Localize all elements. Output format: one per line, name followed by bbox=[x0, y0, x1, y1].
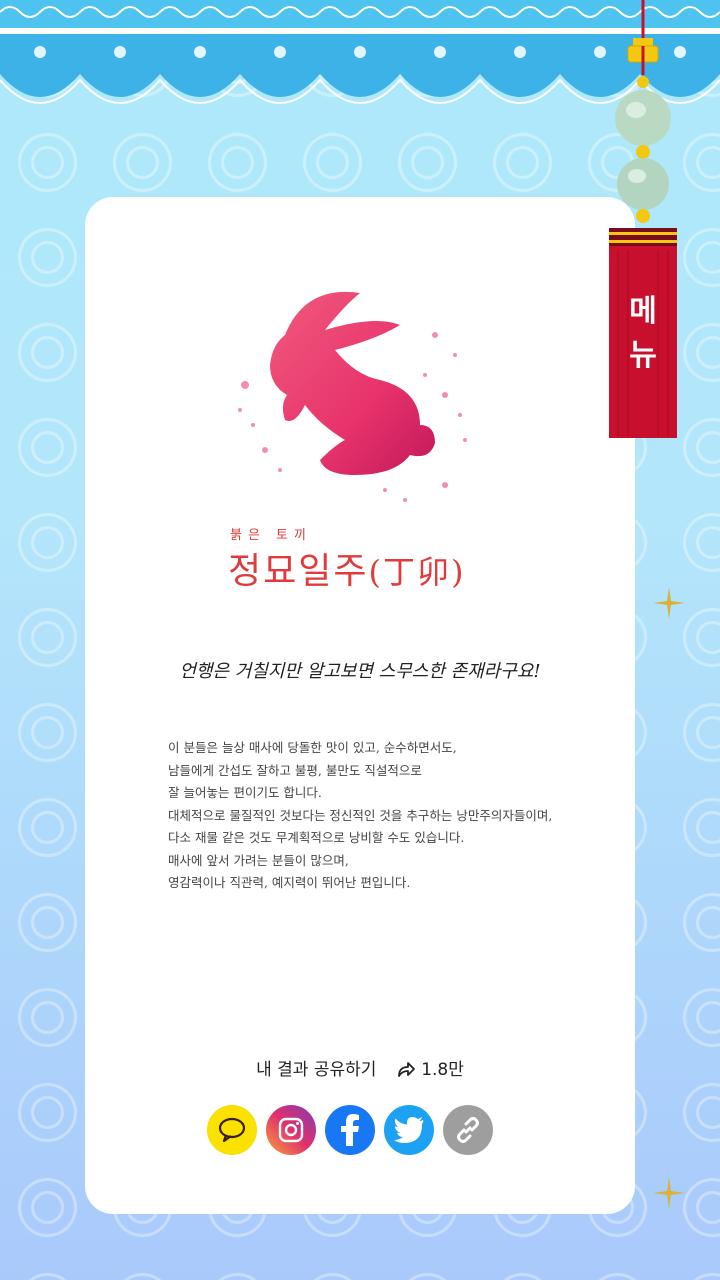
result-title-korean: 정묘일주 bbox=[228, 551, 369, 592]
sparkle-icon bbox=[653, 1177, 685, 1209]
result-card: 붉은 토끼 정묘일주(丁卯) 언행은 거칠지만 알고보면 스무스한 존재라구요!… bbox=[85, 197, 635, 1214]
description-line: 잘 늘어놓는 편이기도 합니다. bbox=[168, 785, 322, 800]
description-line: 매사에 앞서 가려는 분들이 많으며, bbox=[168, 852, 349, 868]
twitter-share-button[interactable] bbox=[384, 1105, 434, 1155]
result-title: 정묘일주(丁卯) bbox=[228, 542, 465, 594]
twitter-icon bbox=[394, 1117, 424, 1143]
result-title-hanja: (丁卯) bbox=[368, 553, 466, 591]
facebook-share-button[interactable] bbox=[325, 1105, 375, 1155]
share-section-label: 내 결과 공유하기 1.8만 bbox=[85, 1055, 635, 1080]
copy-link-button[interactable] bbox=[443, 1105, 493, 1155]
description-line: 남들에게 간섭도 잘하고 불평, 불만도 직설적으로 bbox=[168, 762, 422, 778]
menu-label-line2: 뉴 bbox=[629, 338, 657, 373]
menu-label-line1: 메 bbox=[629, 294, 657, 329]
menu-button[interactable]: 메 뉴 bbox=[610, 290, 676, 378]
share-count: 1.8만 bbox=[396, 1060, 464, 1080]
link-icon bbox=[457, 1117, 479, 1143]
description-line: 이 분들은 늘상 매사에 당돌한 맛이 있고, 순수하면서도, bbox=[168, 740, 457, 755]
description-line: 대체적으로 물질적인 것보다는 정신적인 것을 추구하는 낭만주의자들이며, bbox=[168, 807, 553, 823]
result-quote: 언행은 거칠지만 알고보면 스무스한 존재라구요! bbox=[179, 661, 541, 682]
description-line: 다소 재물 같은 것도 무계획적으로 낭비할 수도 있습니다. bbox=[168, 830, 465, 845]
rabbit-illustration bbox=[238, 291, 467, 502]
share-buttons bbox=[207, 1105, 493, 1155]
description-line: 영감력이나 직관력, 예지력이 뛰어난 편입니다. bbox=[168, 875, 411, 890]
share-label: 내 결과 공유하기 bbox=[256, 1060, 377, 1080]
share-arrow-icon bbox=[397, 1062, 415, 1077]
result-description: 이 분들은 늘상 매사에 당돌한 맛이 있고, 순수하면서도, 남들에게 간섭도… bbox=[168, 737, 618, 895]
result-subtitle: 붉은 토끼 bbox=[230, 528, 312, 543]
instagram-share-button[interactable] bbox=[266, 1105, 316, 1155]
sparkle-icon bbox=[653, 587, 685, 619]
facebook-icon bbox=[341, 1114, 359, 1146]
share-count-value: 1.8만 bbox=[421, 1060, 464, 1080]
speech-bubble-icon bbox=[218, 1117, 246, 1143]
kakaotalk-share-button[interactable] bbox=[207, 1105, 257, 1155]
instagram-icon bbox=[278, 1117, 304, 1143]
